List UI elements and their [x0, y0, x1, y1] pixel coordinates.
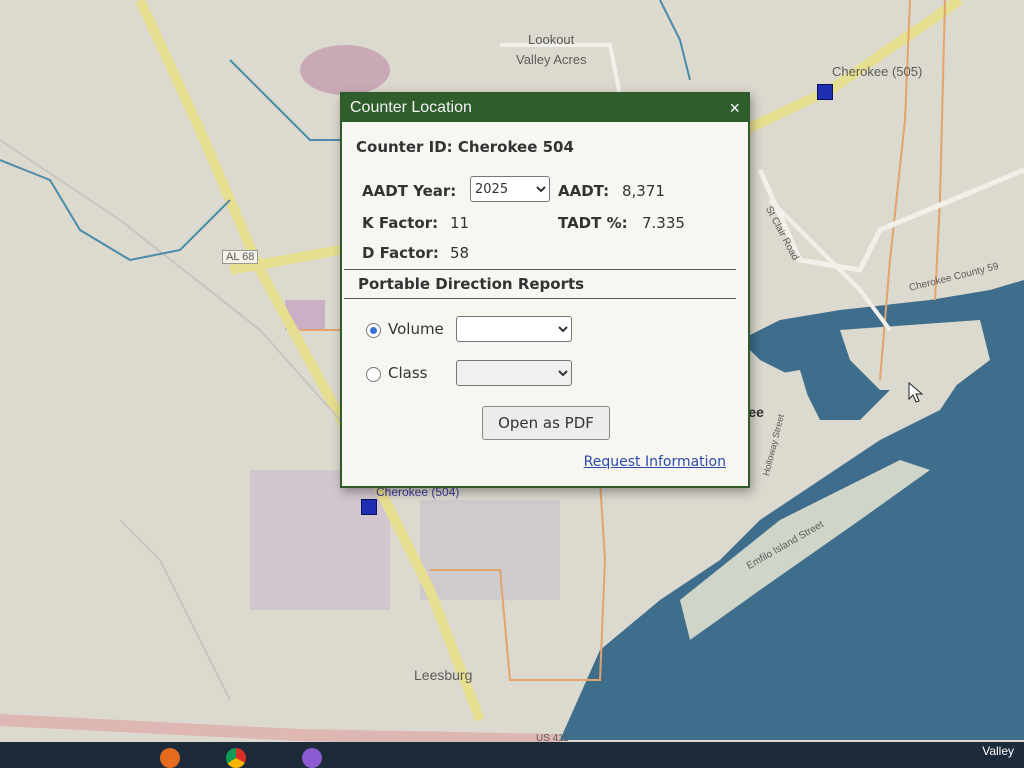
class-label: Class: [388, 364, 428, 382]
volume-select[interactable]: [456, 316, 572, 342]
k-factor-label: K Factor:: [362, 214, 439, 232]
popup-title: Counter Location: [350, 99, 472, 116]
map-label-valley-acres: Valley Acres: [516, 52, 587, 67]
close-icon[interactable]: ×: [729, 98, 740, 119]
section-divider-top: [344, 269, 736, 270]
map-label-leesburg: Leesburg: [414, 667, 473, 683]
portable-direction-reports-title: Portable Direction Reports: [358, 275, 585, 293]
volume-radio[interactable]: [366, 323, 381, 338]
counter-marker-505[interactable]: [817, 84, 833, 100]
map-label-al68: AL 68: [222, 250, 259, 264]
volume-label: Volume: [388, 320, 444, 338]
map-label-cherokee-505: Cherokee (505): [832, 64, 923, 79]
counter-location-popup: Counter Location × Counter ID: Cherokee …: [340, 92, 750, 488]
popup-header: Counter Location ×: [342, 94, 748, 122]
taskbar: [0, 742, 1024, 768]
watermark-logo: Valley: [982, 744, 1014, 758]
class-select[interactable]: [456, 360, 572, 386]
counter-id: Counter ID: Cherokee 504: [356, 138, 574, 156]
aadt-value: 8,371: [622, 182, 665, 200]
mouse-cursor-icon: [908, 382, 924, 403]
open-as-pdf-button[interactable]: Open as PDF: [482, 406, 610, 440]
d-factor-label: D Factor:: [362, 244, 439, 262]
firefox-icon[interactable]: [160, 748, 180, 768]
aadt-year-select[interactable]: 2025: [470, 176, 550, 202]
k-factor-value: 11: [450, 214, 470, 232]
app-icon[interactable]: [302, 748, 322, 768]
aadt-label: AADT:: [558, 182, 610, 200]
section-divider-bottom: [344, 298, 736, 299]
tadt-label: TADT %:: [558, 214, 628, 232]
chrome-icon[interactable]: [226, 748, 246, 768]
d-factor-value: 58: [450, 244, 470, 262]
request-information-link[interactable]: Request Information: [584, 454, 726, 470]
map-label-lookout: Lookout: [528, 32, 575, 47]
aadt-year-label: AADT Year:: [362, 182, 457, 200]
class-radio[interactable]: [366, 367, 381, 382]
tadt-value: 7.335: [642, 214, 685, 232]
counter-marker-504[interactable]: [361, 499, 377, 515]
